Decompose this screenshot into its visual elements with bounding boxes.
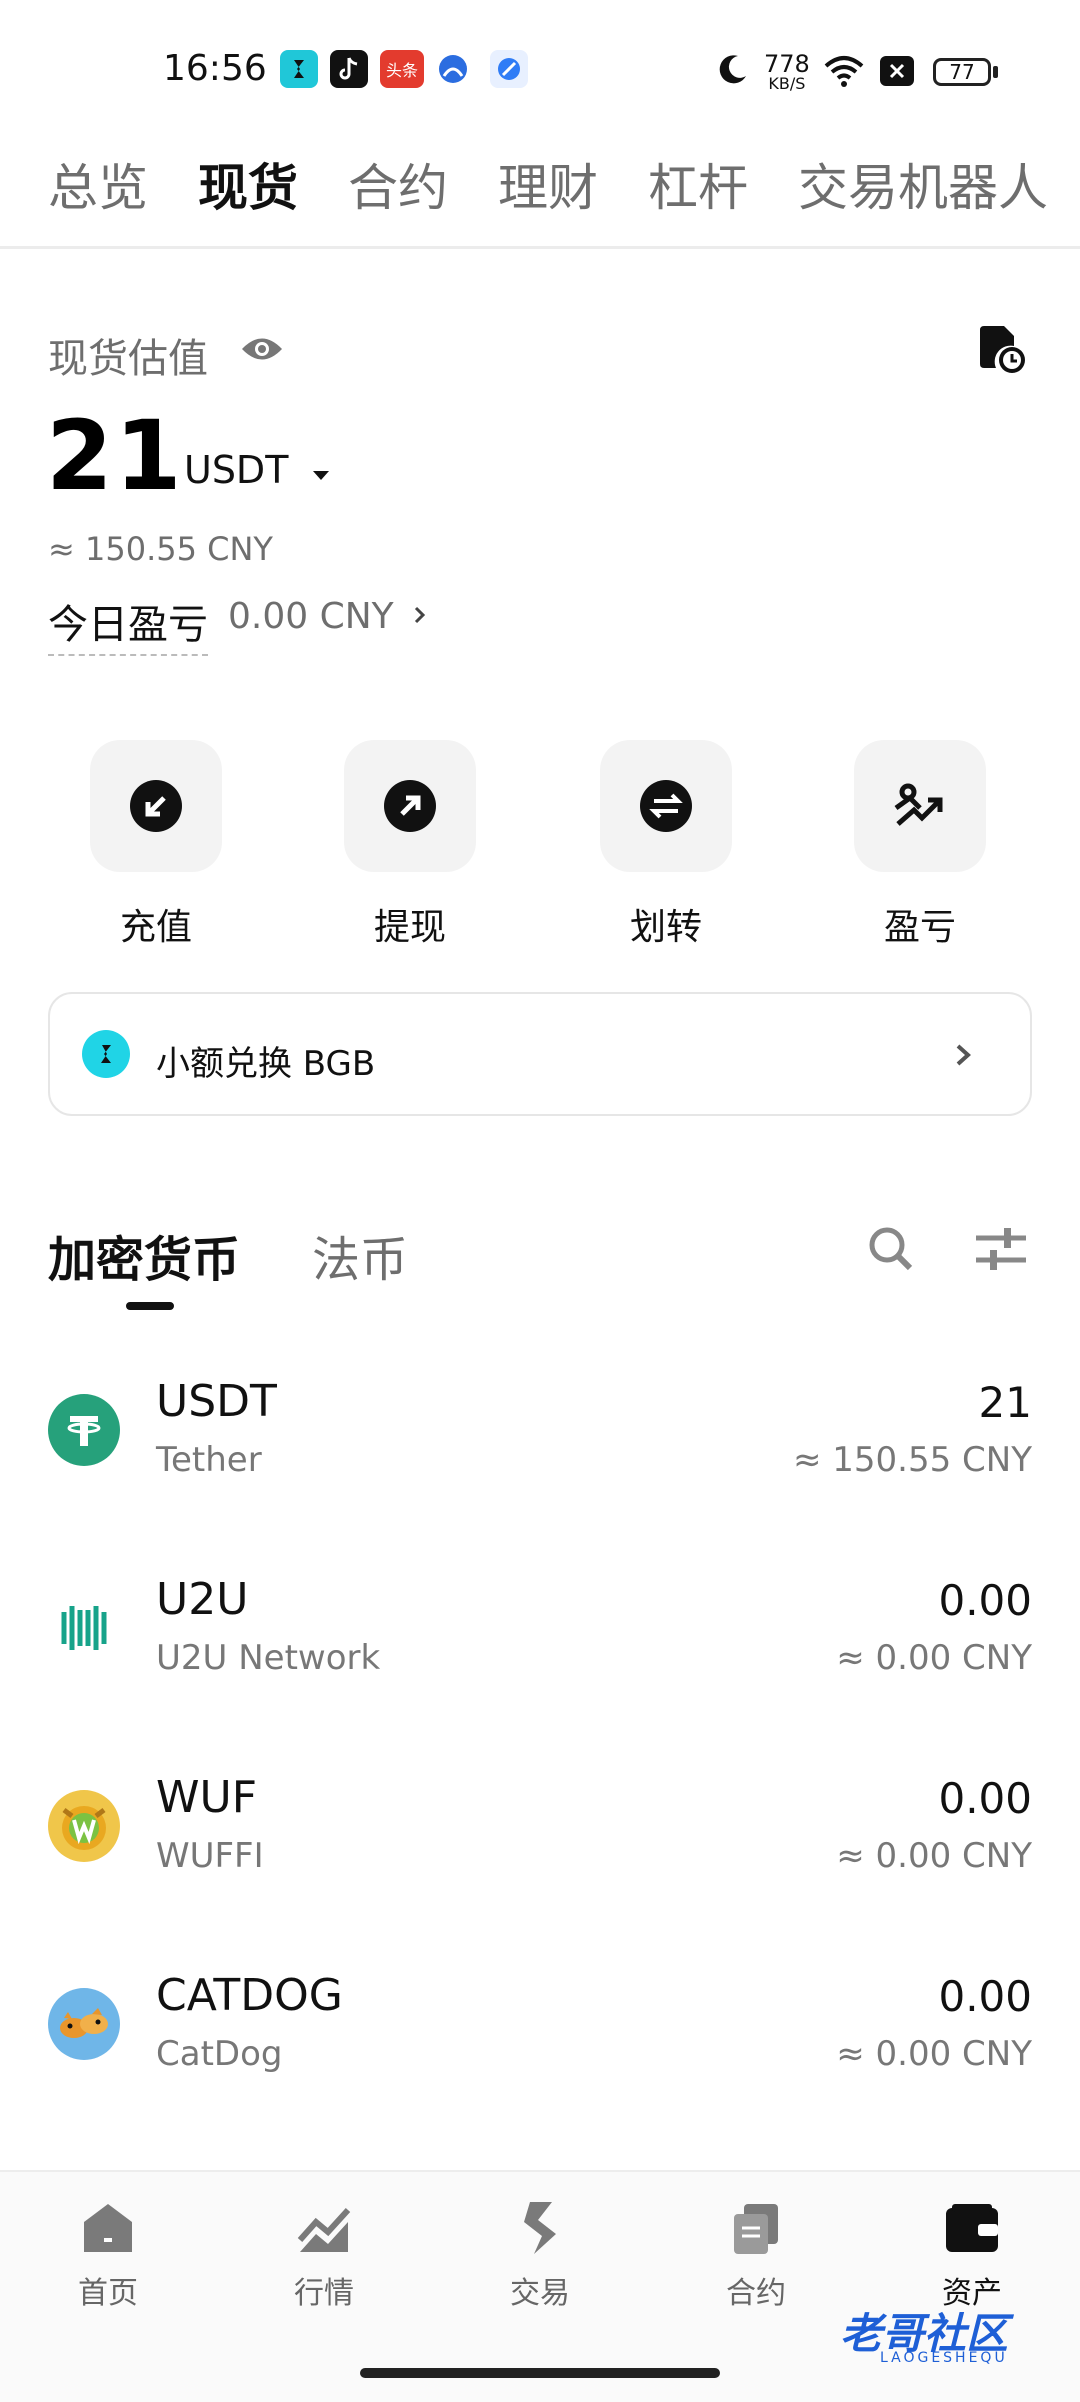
usdt-logo-icon bbox=[48, 1394, 120, 1466]
catdog-logo-icon bbox=[48, 1988, 120, 2060]
bgb-logo-icon bbox=[82, 1030, 130, 1078]
coin-name: Tether bbox=[156, 1440, 262, 1480]
coin-symbol: USDT bbox=[156, 1376, 277, 1427]
coin-name: WUFFI bbox=[156, 1836, 264, 1876]
tab-earn[interactable]: 理财 bbox=[498, 148, 598, 220]
withdraw-label: 提现 bbox=[373, 907, 446, 948]
trade-icon bbox=[524, 2202, 556, 2254]
coin-name: CatDog bbox=[156, 2034, 283, 2074]
coin-symbol: WUF bbox=[156, 1772, 258, 1823]
coin-fiat-value: ≈ 150.55 CNY bbox=[792, 1440, 1032, 1480]
toutiao-app-icon: 头条 bbox=[380, 50, 424, 88]
filter-icon[interactable] bbox=[974, 1224, 1028, 1278]
coin-name: U2U Network bbox=[156, 1638, 381, 1678]
nav-market[interactable]: 行情 bbox=[244, 2200, 404, 2312]
status-time: 16:56 bbox=[163, 48, 267, 89]
nav-trade[interactable]: 交易 bbox=[460, 2200, 620, 2312]
spot-total-value: 21 bbox=[46, 400, 184, 512]
battery-indicator: 77 bbox=[933, 58, 991, 86]
tiktok-app-icon bbox=[330, 50, 368, 88]
coin-amount: 0.00 bbox=[938, 1576, 1032, 1625]
network-speed: 778 KB/S bbox=[764, 50, 810, 93]
pnl-label: 盈亏 bbox=[883, 907, 956, 948]
tab-overview[interactable]: 总览 bbox=[48, 148, 148, 220]
transfer-icon bbox=[640, 780, 692, 832]
coin-fiat-value: ≈ 0.00 CNY bbox=[836, 1836, 1032, 1876]
browser-app-icon bbox=[490, 50, 528, 88]
coin-amount: 21 bbox=[978, 1378, 1032, 1427]
deposit-button[interactable] bbox=[90, 740, 222, 872]
contract-icon bbox=[734, 2204, 778, 2254]
nav-home[interactable]: 首页 bbox=[28, 2200, 188, 2312]
small-convert-text: 小额兑换 BGB bbox=[156, 1044, 376, 1084]
spot-valuation-title: 现货估值 bbox=[48, 336, 208, 382]
withdraw-button[interactable] bbox=[344, 740, 476, 872]
valuation-unit-select[interactable]: USDT bbox=[184, 448, 333, 492]
coin-amount: 0.00 bbox=[938, 1774, 1032, 1823]
tab-trading-bot[interactable]: 交易机器人 bbox=[798, 148, 1048, 220]
coin-symbol: U2U bbox=[156, 1574, 249, 1625]
home-icon bbox=[84, 2204, 132, 2252]
deposit-icon bbox=[130, 780, 182, 832]
today-pnl-label[interactable]: 今日盈亏 bbox=[48, 592, 208, 656]
transfer-label: 划转 bbox=[629, 907, 702, 948]
moon-icon bbox=[716, 52, 750, 90]
bitget-app-icon bbox=[280, 50, 318, 88]
pnl-button[interactable] bbox=[854, 740, 986, 872]
coin-fiat-value: ≈ 0.00 CNY bbox=[836, 2034, 1032, 2074]
chevron-right-icon bbox=[950, 1038, 978, 1076]
coin-amount: 0.00 bbox=[938, 1972, 1032, 2021]
transfer-button[interactable] bbox=[600, 740, 732, 872]
coin-fiat-value: ≈ 0.00 CNY bbox=[836, 1638, 1032, 1678]
market-chart-icon bbox=[297, 2207, 351, 2252]
withdraw-icon bbox=[384, 780, 436, 832]
coin-symbol: CATDOG bbox=[156, 1970, 343, 2021]
wifi-icon bbox=[822, 54, 866, 92]
u2u-logo-icon bbox=[48, 1592, 120, 1664]
tab-futures[interactable]: 合约 bbox=[348, 148, 448, 220]
battery-tip bbox=[993, 66, 998, 78]
security-app-icon bbox=[434, 50, 472, 88]
tab-spot[interactable]: 现货 bbox=[198, 148, 298, 220]
asset-row-usdt[interactable] bbox=[0, 1350, 1080, 1510]
wuf-logo-icon bbox=[48, 1790, 120, 1862]
tab-margin[interactable]: 杠杆 bbox=[648, 148, 748, 220]
asset-row-wuf[interactable] bbox=[0, 1746, 1080, 1906]
nav-assets[interactable]: 资产 bbox=[892, 2200, 1052, 2312]
today-pnl-value[interactable]: 0.00 CNY bbox=[228, 596, 429, 637]
no-sim-icon bbox=[880, 56, 914, 86]
eye-icon[interactable] bbox=[240, 332, 284, 370]
chevron-right-icon bbox=[415, 606, 426, 624]
search-icon[interactable] bbox=[866, 1224, 916, 1278]
approx-cny-value: ≈ 150.55 CNY bbox=[48, 530, 273, 568]
wallet-icon bbox=[946, 2204, 998, 2252]
asset-row-u2u[interactable] bbox=[0, 1548, 1080, 1708]
deposit-label: 充值 bbox=[119, 907, 192, 948]
tab-crypto[interactable]: 加密货币 bbox=[48, 1220, 240, 1290]
asset-row-catdog[interactable] bbox=[0, 1944, 1080, 2104]
home-indicator[interactable] bbox=[360, 2368, 720, 2378]
history-icon[interactable] bbox=[974, 322, 1028, 380]
watermark-subtitle: LAOGESHEQU bbox=[880, 2350, 1008, 2366]
top-tabs-divider bbox=[0, 246, 1080, 249]
active-tab-indicator bbox=[126, 1302, 174, 1310]
nav-futures[interactable]: 合约 bbox=[676, 2200, 836, 2312]
caret-down-icon bbox=[312, 471, 329, 480]
tab-fiat[interactable]: 法币 bbox=[312, 1220, 408, 1290]
pnl-icon bbox=[894, 783, 943, 826]
